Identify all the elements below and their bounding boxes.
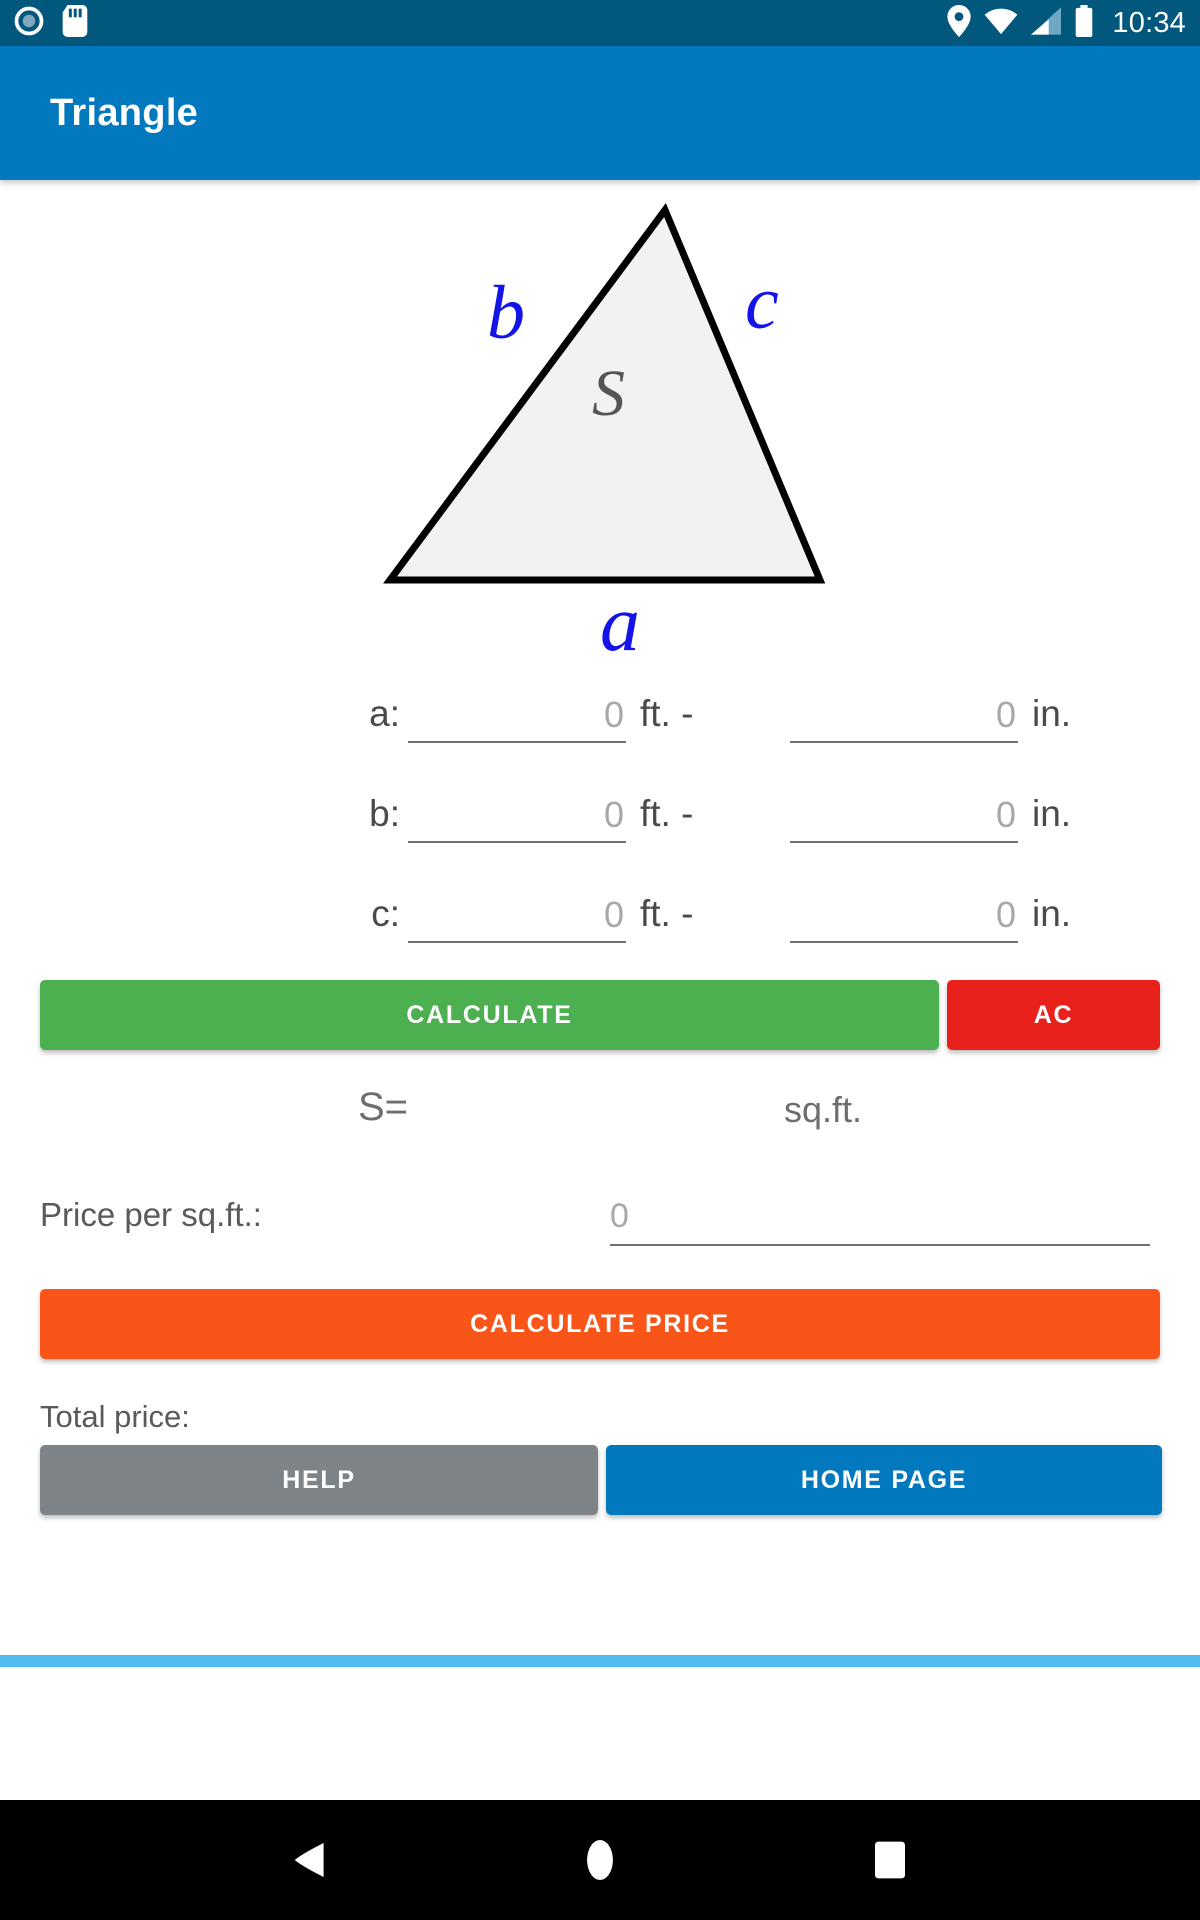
input-b-feet-unit: ft. - bbox=[640, 793, 694, 834]
price-per-sqft-input-wrapper bbox=[610, 1190, 1150, 1246]
nav-back-button[interactable] bbox=[265, 1815, 355, 1905]
input-a-feet[interactable] bbox=[408, 691, 626, 739]
input-row-b: b: ft. - in. bbox=[0, 785, 1200, 885]
area-result-label: S= bbox=[358, 1085, 409, 1129]
triangle-label-c: c bbox=[745, 261, 779, 345]
home-icon bbox=[587, 1839, 613, 1881]
price-per-sqft-input[interactable] bbox=[610, 1190, 1150, 1242]
help-button[interactable]: HELP bbox=[40, 1445, 598, 1515]
input-row-c-label: c: bbox=[371, 893, 400, 934]
area-result-unit: sq.ft. bbox=[784, 1089, 863, 1130]
status-bar-left-icons bbox=[14, 4, 88, 42]
triangle-figure: b c S a bbox=[0, 180, 1200, 685]
input-row-b-label: b: bbox=[369, 793, 400, 834]
input-row-a: a: ft. - in. bbox=[0, 685, 1200, 785]
calculate-price-button-row: CALCULATE PRICE bbox=[0, 1289, 1200, 1359]
input-a-feet-wrapper bbox=[408, 691, 626, 743]
footer-divider bbox=[0, 1655, 1200, 1667]
page-title: Triangle bbox=[50, 91, 199, 134]
nav-recents-button[interactable] bbox=[845, 1815, 935, 1905]
status-bar: 10:34 bbox=[0, 0, 1200, 46]
input-c-feet-wrapper bbox=[408, 891, 626, 943]
input-b-feet[interactable] bbox=[408, 791, 626, 839]
calculate-button-row: CALCULATE AC bbox=[0, 980, 1200, 1050]
input-a-inches[interactable] bbox=[790, 691, 1018, 739]
price-per-sqft-label: Price per sq.ft.: bbox=[40, 1196, 262, 1233]
cellular-signal-icon bbox=[1031, 6, 1062, 40]
input-b-inches-unit: in. bbox=[1032, 793, 1072, 834]
main-content: b c S a a: ft. - in. b: bbox=[0, 180, 1200, 1667]
status-bar-right-icons: 10:34 bbox=[947, 4, 1186, 42]
input-row-c: c: ft. - in. bbox=[0, 885, 1200, 985]
input-b-inches[interactable] bbox=[790, 791, 1018, 839]
nav-home-button[interactable] bbox=[555, 1815, 645, 1905]
clock-time: 10:34 bbox=[1112, 6, 1186, 39]
input-a-inches-wrapper bbox=[790, 691, 1018, 743]
app-screen: 10:34 Triangle b c S a a: ft. bbox=[0, 0, 1200, 1920]
recents-icon bbox=[875, 1841, 905, 1879]
input-b-feet-wrapper bbox=[408, 791, 626, 843]
help-home-button-row: HELP HOME PAGE bbox=[0, 1445, 1200, 1515]
price-per-sqft-row: Price per sq.ft.: bbox=[0, 1190, 1200, 1270]
input-c-inches[interactable] bbox=[790, 891, 1018, 939]
input-a-feet-unit: ft. - bbox=[640, 693, 694, 734]
triangle-label-s: S bbox=[592, 357, 625, 430]
android-navigation-bar bbox=[0, 1800, 1200, 1920]
input-c-feet-unit: ft. - bbox=[640, 893, 694, 934]
back-icon bbox=[294, 1843, 324, 1877]
screen-record-icon bbox=[14, 6, 44, 41]
input-row-a-label: a: bbox=[369, 693, 400, 734]
input-c-inches-wrapper bbox=[790, 891, 1018, 943]
total-price-row: Total price: bbox=[0, 1399, 1200, 1449]
all-clear-button[interactable]: AC bbox=[947, 980, 1160, 1050]
home-page-button[interactable]: HOME PAGE bbox=[606, 1445, 1162, 1515]
triangle-label-a: a bbox=[600, 580, 640, 668]
sd-card-icon bbox=[62, 4, 88, 42]
calculate-price-button[interactable]: CALCULATE PRICE bbox=[40, 1289, 1160, 1359]
input-b-inches-wrapper bbox=[790, 791, 1018, 843]
input-c-inches-unit: in. bbox=[1032, 893, 1072, 934]
battery-icon bbox=[1074, 4, 1094, 42]
wifi-icon bbox=[984, 7, 1018, 40]
calculate-button[interactable]: CALCULATE bbox=[40, 980, 939, 1050]
triangle-label-b: b bbox=[487, 271, 525, 355]
input-c-feet[interactable] bbox=[408, 891, 626, 939]
input-a-inches-unit: in. bbox=[1032, 693, 1072, 734]
app-bar: Triangle bbox=[0, 46, 1200, 180]
total-price-label: Total price: bbox=[40, 1399, 190, 1434]
dimension-input-rows: a: ft. - in. b: ft. - bbox=[0, 685, 1200, 985]
location-pin-icon bbox=[947, 4, 972, 42]
area-result-row: S= sq.ft. bbox=[0, 1085, 1200, 1145]
